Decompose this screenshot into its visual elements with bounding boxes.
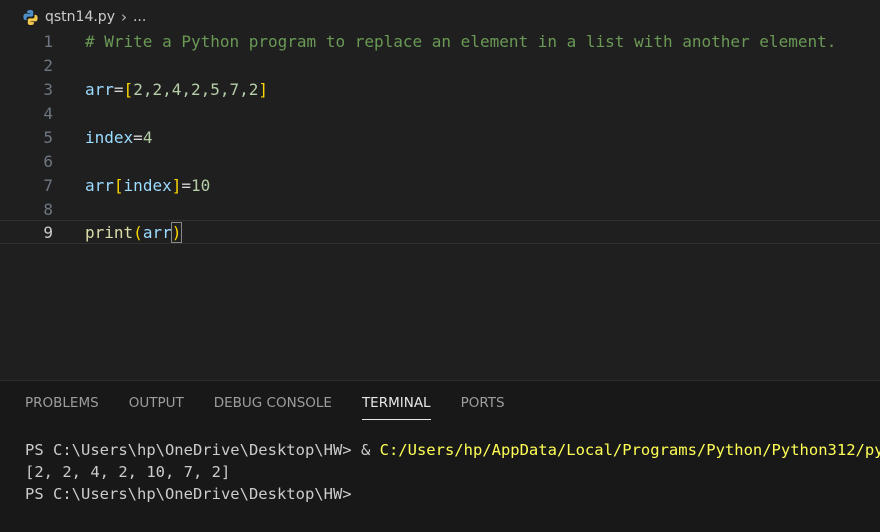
tab-terminal[interactable]: TERMINAL bbox=[361, 395, 431, 420]
code-line: 3 arr=[2,2,4,2,5,7,2] bbox=[0, 78, 880, 102]
tab-debug-console[interactable]: DEBUG CONSOLE bbox=[214, 395, 332, 419]
code-variable: arr bbox=[85, 80, 114, 99]
terminal-result: [2, 2, 4, 2, 10, 7, 2] bbox=[25, 463, 231, 481]
line-number: 5 bbox=[43, 128, 53, 147]
code-variable: arr bbox=[142, 223, 172, 242]
terminal-command-path: C:/Users/hp/AppData/Local/Programs/Pytho… bbox=[379, 441, 880, 459]
terminal-prompt: PS C:\Users\hp\OneDrive\Desktop\HW> bbox=[25, 441, 361, 459]
terminal-output[interactable]: PS C:\Users\hp\OneDrive\Desktop\HW> & C:… bbox=[25, 439, 880, 505]
line-number: 8 bbox=[43, 200, 53, 219]
code-variable: index bbox=[85, 128, 134, 147]
terminal-line: [2, 2, 4, 2, 10, 7, 2] bbox=[25, 461, 880, 483]
terminal-line: PS C:\Users\hp\OneDrive\Desktop\HW> & C:… bbox=[25, 439, 880, 461]
code-function: print bbox=[85, 223, 134, 242]
line-number: 6 bbox=[43, 152, 53, 171]
code-line: 8 bbox=[0, 198, 880, 222]
breadcrumb: qstn14.py › ... bbox=[0, 0, 880, 34]
code-bracket: [ bbox=[123, 80, 134, 99]
line-number: 1 bbox=[43, 32, 53, 51]
code-values: 2,2,4,2,5,7,2 bbox=[133, 80, 259, 99]
breadcrumb-file[interactable]: qstn14.py bbox=[45, 9, 115, 25]
tab-output[interactable]: OUTPUT bbox=[129, 395, 184, 419]
terminal-prompt: PS C:\Users\hp\OneDrive\Desktop\HW> bbox=[25, 485, 352, 503]
code-variable: arr bbox=[85, 176, 114, 195]
python-file-icon bbox=[22, 9, 39, 26]
line-number: 7 bbox=[43, 176, 53, 195]
code-number: 10 bbox=[191, 176, 211, 195]
code-line: 1 # Write a Python program to replace an… bbox=[0, 30, 880, 54]
line-number: 9 bbox=[43, 223, 53, 242]
code-comment: # Write a Python program to replace an e… bbox=[85, 32, 837, 51]
line-number: 2 bbox=[43, 56, 53, 75]
breadcrumb-more[interactable]: ... bbox=[133, 9, 146, 25]
code-line: 4 bbox=[0, 102, 880, 126]
code-line: 2 bbox=[0, 54, 880, 78]
code-variable: index bbox=[123, 176, 172, 195]
code-line-current: 9 print(arr) bbox=[0, 220, 880, 244]
code-operator: = bbox=[133, 128, 143, 147]
code-line: 5 index=4 bbox=[0, 126, 880, 150]
terminal-operator: & bbox=[360, 441, 380, 459]
code-bracket: [ bbox=[113, 176, 124, 195]
code-operator: = bbox=[113, 80, 124, 99]
terminal-line: PS C:\Users\hp\OneDrive\Desktop\HW> bbox=[25, 483, 880, 505]
code-operator: = bbox=[181, 176, 191, 195]
code-bracket: ( bbox=[133, 223, 143, 242]
code-line: 6 bbox=[0, 150, 880, 174]
chevron-right-icon: › bbox=[120, 8, 127, 26]
code-bracket: ] bbox=[258, 80, 269, 99]
code-number: 4 bbox=[142, 128, 153, 147]
line-number: 4 bbox=[43, 104, 53, 123]
code-bracket-match: ) bbox=[170, 222, 183, 243]
code-bracket: ] bbox=[171, 176, 182, 195]
code-editor[interactable]: 1 # Write a Python program to replace an… bbox=[0, 30, 880, 380]
code-line: 7 arr[index]=10 bbox=[0, 174, 880, 198]
line-number: 3 bbox=[43, 80, 53, 99]
bottom-panel: PROBLEMS OUTPUT DEBUG CONSOLE TERMINAL P… bbox=[0, 380, 880, 532]
tab-problems[interactable]: PROBLEMS bbox=[25, 395, 99, 419]
tab-ports[interactable]: PORTS bbox=[461, 395, 505, 419]
panel-tabs: PROBLEMS OUTPUT DEBUG CONSOLE TERMINAL P… bbox=[25, 395, 535, 420]
